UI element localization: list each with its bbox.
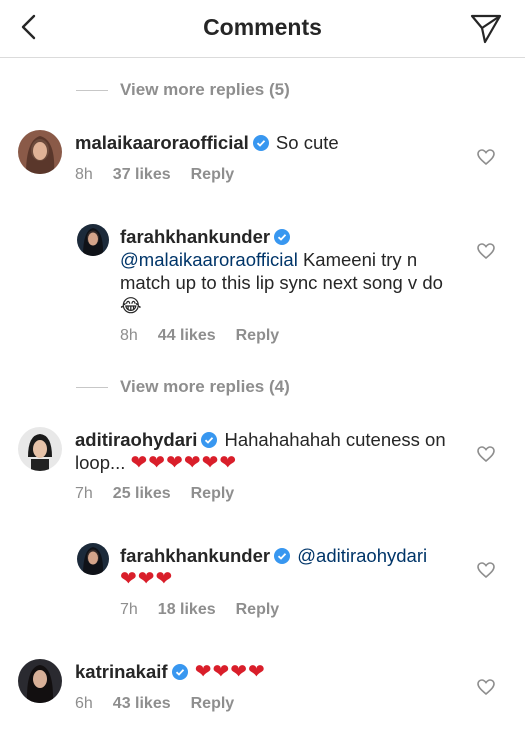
mention-link[interactable]: @aditiraohydari bbox=[297, 545, 427, 566]
view-more-replies-link[interactable]: View more replies (5) bbox=[76, 79, 290, 101]
avatar[interactable] bbox=[18, 427, 62, 471]
comment-username[interactable]: katrinakaif bbox=[75, 661, 168, 682]
verified-badge-icon bbox=[171, 664, 188, 680]
verified-badge-icon bbox=[252, 135, 269, 151]
reply-button[interactable]: Reply bbox=[236, 601, 280, 619]
like-heart-icon[interactable] bbox=[476, 444, 496, 464]
verified-badge-icon bbox=[201, 432, 218, 448]
like-heart-icon[interactable] bbox=[476, 241, 496, 261]
comment-time: 8h bbox=[120, 327, 138, 344]
like-heart-icon[interactable] bbox=[476, 677, 496, 697]
likes-count[interactable]: 44 likes bbox=[158, 327, 216, 345]
comment-text: So cute bbox=[275, 132, 339, 153]
verified-badge-icon bbox=[274, 229, 291, 245]
verified-badge-icon bbox=[274, 548, 291, 564]
mention-link[interactable]: @malaikaaroraofficial bbox=[120, 249, 298, 270]
comment-time: 7h bbox=[75, 485, 93, 502]
reply-button[interactable]: Reply bbox=[191, 166, 235, 184]
heart-emojis: ❤❤❤❤❤❤ bbox=[130, 452, 238, 474]
likes-count[interactable]: 25 likes bbox=[113, 485, 171, 503]
view-more-replies-label: View more replies (4) bbox=[120, 377, 290, 396]
avatar[interactable] bbox=[77, 224, 109, 256]
emoji: 😂 bbox=[120, 295, 142, 316]
comment-time: 7h bbox=[120, 601, 138, 618]
paper-plane-icon[interactable] bbox=[469, 11, 503, 45]
avatar[interactable] bbox=[18, 659, 62, 703]
comment-username[interactable]: farahkhankunder bbox=[120, 545, 270, 566]
comment-username[interactable]: farahkhankunder bbox=[120, 226, 270, 247]
page-title: Comments bbox=[203, 14, 322, 40]
avatar[interactable] bbox=[77, 543, 109, 575]
divider-line bbox=[76, 89, 108, 91]
reply-button[interactable]: Reply bbox=[236, 327, 280, 345]
view-more-replies-label: View more replies (5) bbox=[120, 80, 290, 99]
likes-count[interactable]: 37 likes bbox=[113, 166, 171, 184]
likes-count[interactable]: 43 likes bbox=[113, 695, 171, 713]
avatar[interactable] bbox=[18, 130, 62, 174]
comment-time: 8h bbox=[75, 166, 93, 183]
header-bar: Comments bbox=[0, 0, 525, 58]
view-more-replies-link[interactable]: View more replies (4) bbox=[76, 376, 290, 398]
like-heart-icon[interactable] bbox=[476, 147, 496, 167]
heart-emojis: ❤❤❤❤ bbox=[194, 661, 266, 683]
heart-emojis: ❤❤❤ bbox=[120, 568, 174, 590]
divider-line bbox=[76, 386, 108, 388]
like-heart-icon[interactable] bbox=[476, 560, 496, 580]
comment-username[interactable]: aditiraohydari bbox=[75, 429, 197, 450]
comment-username[interactable]: malaikaaroraofficial bbox=[75, 132, 249, 153]
reply-button[interactable]: Reply bbox=[191, 485, 235, 503]
reply-button[interactable]: Reply bbox=[191, 695, 235, 713]
comment-time: 6h bbox=[75, 695, 93, 712]
likes-count[interactable]: 18 likes bbox=[158, 601, 216, 619]
